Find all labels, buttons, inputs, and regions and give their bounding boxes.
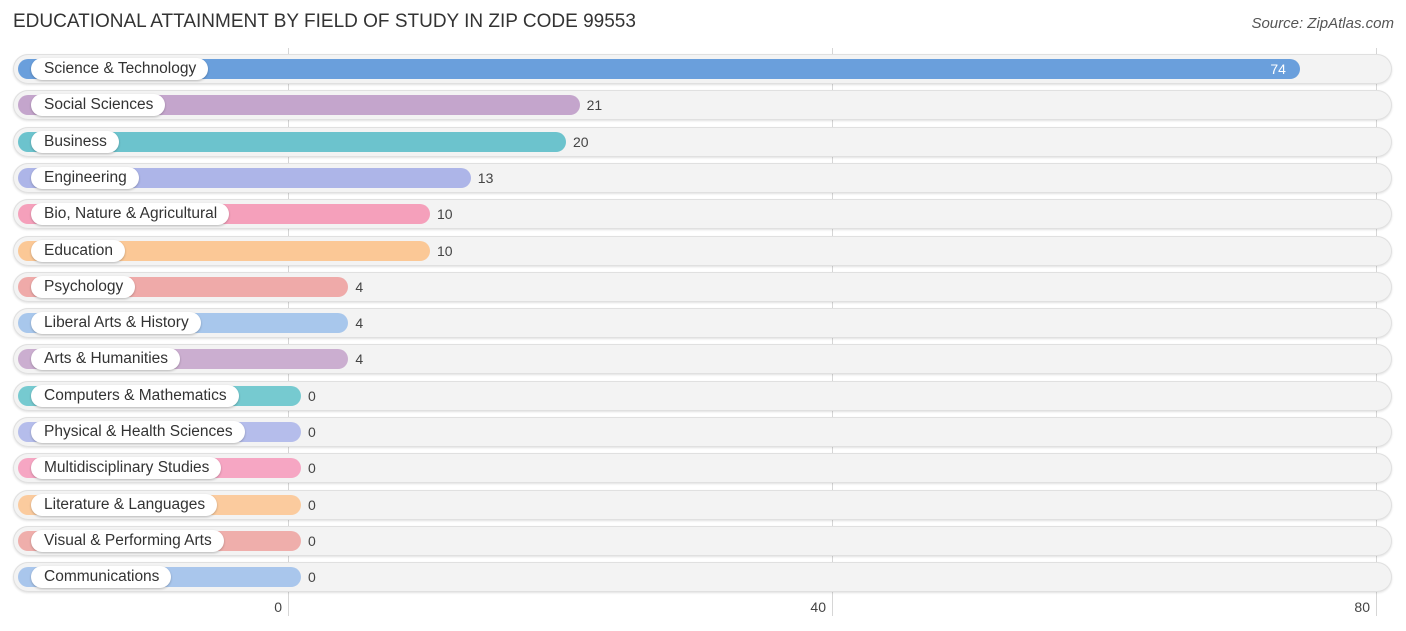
category-label: Multidisciplinary Studies bbox=[31, 457, 222, 479]
value-label: 4 bbox=[355, 315, 364, 331]
category-label: Psychology bbox=[31, 276, 136, 298]
category-label: Social Sciences bbox=[31, 94, 166, 116]
x-tick-label: 40 bbox=[810, 599, 826, 615]
value-label: 0 bbox=[308, 388, 316, 404]
category-label: Computers & Mathematics bbox=[31, 385, 239, 407]
category-label: Engineering bbox=[31, 167, 139, 189]
category-label: Communications bbox=[31, 566, 172, 588]
x-tick-label: 0 bbox=[274, 599, 282, 615]
value-label: 0 bbox=[308, 533, 316, 549]
category-label: Liberal Arts & History bbox=[31, 312, 201, 334]
value-label: 13 bbox=[477, 170, 494, 186]
value-label: 10 bbox=[437, 243, 453, 259]
value-label: 20 bbox=[573, 134, 589, 150]
category-label: Business bbox=[31, 131, 119, 153]
category-label: Education bbox=[31, 240, 125, 262]
value-label: 21 bbox=[586, 97, 603, 113]
bar bbox=[18, 59, 1301, 79]
category-label: Physical & Health Sciences bbox=[31, 421, 245, 443]
value-label: 10 bbox=[437, 206, 453, 222]
value-label: 74 bbox=[1270, 61, 1286, 77]
value-label: 0 bbox=[308, 497, 316, 513]
category-label: Bio, Nature & Agricultural bbox=[31, 203, 230, 225]
bar-chart: Science & Technology 74 Social Sciences 21 B… bbox=[0, 0, 1406, 631]
category-label: Science & Technology bbox=[31, 58, 209, 80]
value-label: 0 bbox=[308, 424, 316, 440]
value-label: 0 bbox=[308, 460, 316, 476]
value-label: 4 bbox=[355, 279, 364, 295]
category-label: Visual & Performing Arts bbox=[31, 530, 224, 552]
value-label: 0 bbox=[308, 569, 316, 585]
category-label: Arts & Humanities bbox=[31, 348, 181, 370]
category-label: Literature & Languages bbox=[31, 494, 218, 516]
value-label: 4 bbox=[355, 351, 364, 367]
x-tick-label: 80 bbox=[1354, 599, 1370, 615]
